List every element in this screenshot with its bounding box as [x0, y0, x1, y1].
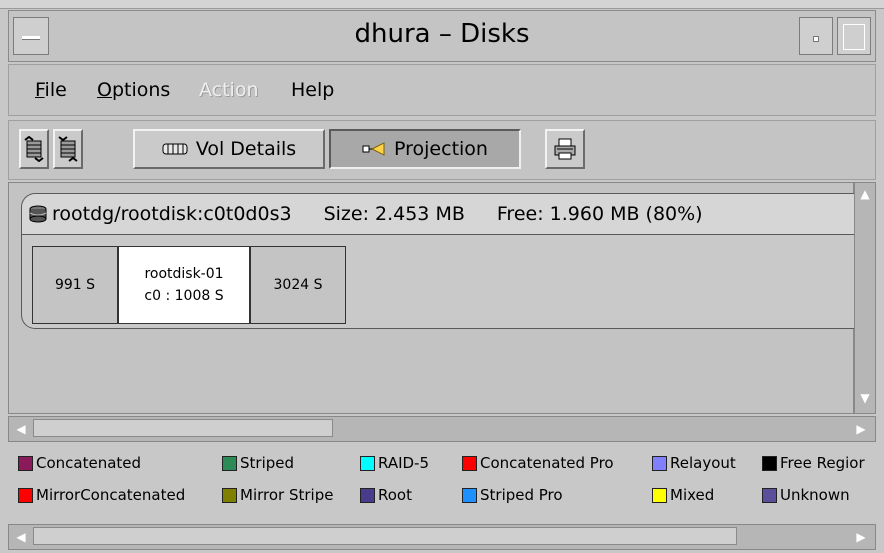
- subdisk-size: 991 S: [54, 277, 96, 293]
- legend-label: Concatenated: [36, 454, 142, 472]
- minimize-button[interactable]: [799, 17, 833, 55]
- disk-view-area: rootdg/rootdisk:c0t0d0s3 Size: 2.453 MB …: [8, 182, 861, 414]
- legend-swatch: [762, 487, 777, 503]
- subdisk-size: 3024 S: [273, 277, 323, 293]
- menu-bar: File Options Action Help: [8, 64, 876, 116]
- expand-disk-button[interactable]: [19, 129, 49, 169]
- subdisk-label: rootdisk-01: [144, 266, 224, 282]
- vol-details-label: Vol Details: [195, 138, 297, 160]
- legend-label: Relayout: [670, 454, 736, 472]
- disk-free: Free: 1.960 MB (80%): [496, 203, 703, 225]
- legend-swatch: [18, 487, 33, 503]
- horizontal-scrollbar[interactable]: ◀ ▶: [8, 416, 876, 442]
- legend-label: Mixed: [670, 486, 715, 504]
- legend-label: Mirror Stripe: [240, 486, 334, 504]
- legend-item: Unknown: [762, 486, 850, 504]
- subdisk-region[interactable]: 991 S: [32, 246, 118, 324]
- menu-file-mnemonic: F: [35, 79, 45, 101]
- legend-swatch: [462, 455, 477, 471]
- scrollbar-thumb[interactable]: [33, 419, 333, 437]
- menu-options-label: ptions: [111, 79, 171, 101]
- window-title: dhura – Disks: [354, 19, 530, 49]
- legend-label: Root: [378, 486, 412, 504]
- vol-details-button[interactable]: Vol Details: [133, 129, 325, 169]
- legend-label: Striped: [240, 454, 295, 472]
- legend-label: RAID-5: [378, 454, 430, 472]
- disk-icon: [29, 205, 47, 223]
- menu-options[interactable]: Options: [97, 79, 170, 101]
- menu-file-label: ile: [44, 79, 67, 101]
- legend-swatch: [462, 487, 477, 503]
- legend-swatch: [18, 455, 33, 471]
- legend-swatch: [652, 487, 667, 503]
- menu-options-mnemonic: O: [97, 79, 112, 101]
- disk-name: rootdg/rootdisk:c0t0d0s3: [52, 203, 292, 225]
- maximize-button[interactable]: [837, 17, 871, 55]
- legend-item: Free Regior: [762, 454, 865, 472]
- printer-icon: [554, 138, 576, 160]
- legend-swatch: [360, 487, 375, 503]
- menu-file[interactable]: File: [35, 79, 67, 101]
- print-button[interactable]: [545, 129, 585, 169]
- scroll-left-arrow-icon[interactable]: ◀: [13, 420, 29, 438]
- subdisk-region[interactable]: rootdisk-01 c0 : 1008 S: [118, 246, 250, 324]
- legend-item: Relayout: [652, 454, 736, 472]
- toolbar: Vol Details Projection: [8, 120, 876, 180]
- subdisk-region[interactable]: 3024 S: [250, 246, 346, 324]
- legend-item: Concatenated: [18, 454, 141, 472]
- legend-item: Mirror Stripe: [222, 486, 333, 504]
- legend-item: Mixed: [652, 486, 714, 504]
- legend-horizontal-scrollbar[interactable]: ◀ ▶: [8, 524, 876, 550]
- scroll-left-arrow-icon[interactable]: ◀: [13, 528, 29, 546]
- legend-swatch: [360, 455, 375, 471]
- legend-item: MirrorConcatenated: [18, 486, 185, 504]
- subdisk-row: 991 S rootdisk-01 c0 : 1008 S 3024 S: [32, 246, 346, 324]
- menu-action: Action: [199, 79, 259, 101]
- disk-header: rootdg/rootdisk:c0t0d0s3 Size: 2.453 MB …: [22, 194, 861, 235]
- legend-swatch: [222, 455, 237, 471]
- legend-item: Striped: [222, 454, 294, 472]
- legend-item: Concatenated Pro: [462, 454, 614, 472]
- collapse-disk-button[interactable]: [53, 129, 83, 169]
- projection-button[interactable]: Projection: [329, 129, 521, 169]
- disk-size: Size: 2.453 MB: [323, 203, 465, 225]
- legend: Concatenated Striped RAID-5 Concatenated…: [8, 448, 876, 520]
- projection-icon: [362, 142, 385, 156]
- volume-icon: [162, 143, 188, 155]
- legend-swatch: [222, 487, 237, 503]
- projection-label: Projection: [394, 138, 488, 160]
- legend-item: Root: [360, 486, 412, 504]
- scroll-right-arrow-icon[interactable]: ▶: [853, 420, 869, 438]
- expand-disk-icon: [24, 136, 44, 162]
- vertical-scrollbar[interactable]: ▲ ▼: [854, 182, 876, 414]
- menu-help[interactable]: Help: [291, 79, 334, 101]
- scroll-right-arrow-icon[interactable]: ▶: [853, 528, 869, 546]
- legend-label: Striped Pro: [480, 486, 563, 504]
- legend-swatch: [762, 455, 777, 471]
- legend-label: Concatenated Pro: [480, 454, 614, 472]
- scroll-down-arrow-icon[interactable]: ▼: [857, 389, 873, 407]
- legend-label: Free Regior: [780, 454, 865, 472]
- legend-label: Unknown: [780, 486, 850, 504]
- title-bar[interactable]: dhura – Disks: [8, 10, 876, 62]
- legend-item: RAID-5: [360, 454, 429, 472]
- collapse-disk-icon: [58, 136, 78, 162]
- disk-panel[interactable]: rootdg/rootdisk:c0t0d0s3 Size: 2.453 MB …: [21, 193, 861, 329]
- legend-item: Striped Pro: [462, 486, 563, 504]
- window-frame-top: [0, 0, 884, 9]
- scrollbar-thumb[interactable]: [33, 527, 737, 545]
- legend-swatch: [652, 455, 667, 471]
- scroll-up-arrow-icon[interactable]: ▲: [857, 185, 873, 203]
- subdisk-size: c0 : 1008 S: [144, 288, 224, 304]
- legend-label: MirrorConcatenated: [36, 486, 186, 504]
